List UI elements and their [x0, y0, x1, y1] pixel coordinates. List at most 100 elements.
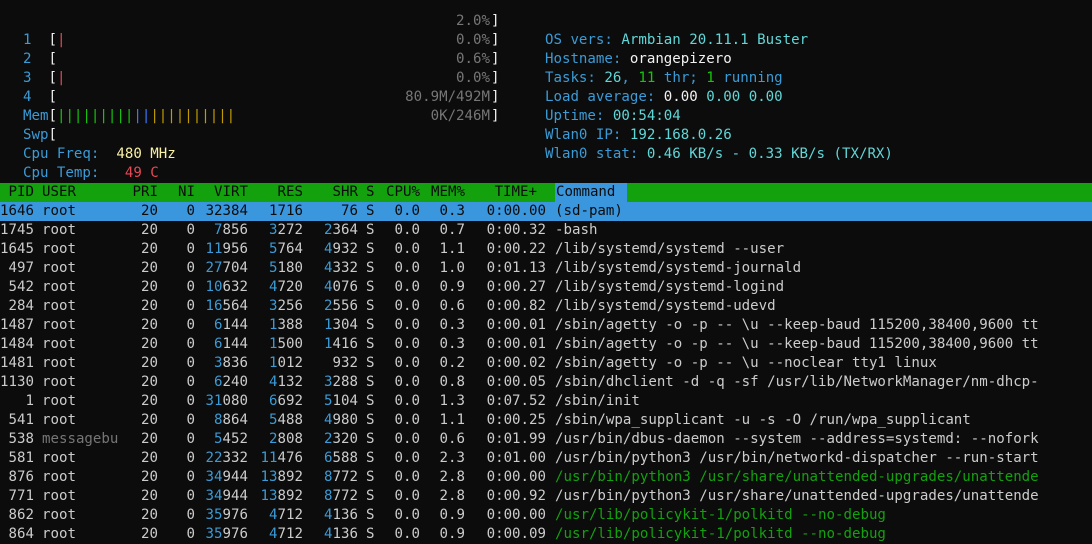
process-pid-cell[interactable]: 1481 [0, 354, 34, 373]
tasks: Tasks: 26, 11 thr; 1 running [528, 50, 783, 86]
process-s-cell: S [366, 374, 375, 390]
process-shr-cell: 8772 [324, 488, 358, 504]
process-pid-cell[interactable]: 1130 [0, 373, 34, 392]
process-ni-cell: 0 [186, 317, 196, 333]
process-s-cell: S [366, 203, 375, 219]
process-ni-cell: 0 [186, 241, 196, 257]
column-header-pri[interactable]: PRI [133, 183, 158, 202]
column-header-cmd[interactable]: Command [556, 183, 615, 202]
column-header-shr[interactable]: SHR [333, 183, 358, 202]
process-pid-cell[interactable]: 1646 [0, 202, 34, 221]
process-pid-cell[interactable]: 1745 [0, 221, 34, 240]
process-shr-cell: 4332 [324, 260, 358, 276]
process-ni-cell: 0 [186, 393, 196, 409]
process-s-cell: S [366, 298, 375, 314]
process-cmd-cell: /usr/bin/dbus-daemon --system --address=… [555, 431, 1039, 447]
process-pid-cell[interactable]: 771 [9, 487, 34, 506]
process-user-cell: root [42, 317, 76, 333]
process-cpu-cell: 0.0 [394, 317, 420, 333]
process-pid-cell[interactable]: 1484 [0, 335, 34, 354]
process-shr-cell: 2556 [324, 298, 358, 314]
process-virt-cell: 34944 [205, 488, 248, 504]
process-time-cell: 0:00.82 [486, 298, 546, 314]
process-cmd-cell: /usr/lib/policykit-1/polkitd --no-debug [555, 507, 886, 523]
process-shr-cell: 4136 [324, 507, 358, 523]
process-pid-cell[interactable]: 864 [9, 525, 34, 544]
process-mem-cell: 1.1 [439, 412, 465, 428]
process-time-cell: 0:01.99 [486, 431, 546, 447]
process-virt-cell: 27704 [205, 260, 248, 276]
process-s-cell: S [366, 279, 375, 295]
process-time-cell: 0:01.00 [486, 450, 546, 466]
process-mem-cell: 2.8 [439, 488, 465, 504]
bracket: ] [491, 89, 500, 105]
process-shr-cell: 4076 [324, 279, 358, 295]
process-cmd-cell: /lib/systemd/systemd-udevd [555, 298, 776, 314]
column-header-user[interactable]: USER [42, 183, 76, 202]
process-res-cell: 5764 [269, 241, 303, 257]
process-pid-cell[interactable]: 284 [9, 297, 34, 316]
process-ni-cell: 0 [186, 298, 196, 314]
process-pid-cell[interactable]: 1645 [0, 240, 34, 259]
process-ni-cell: 0 [186, 469, 196, 485]
process-cpu-cell: 0.0 [394, 222, 420, 238]
process-virt-cell: 6144 [214, 317, 248, 333]
process-s-cell: S [366, 336, 375, 352]
process-pri-cell: 20 [141, 431, 158, 447]
process-cmd-cell: /usr/bin/python3 /usr/share/unattended-u… [555, 488, 1039, 504]
process-user-cell: root [42, 450, 76, 466]
column-header-virt[interactable]: VIRT [214, 183, 248, 202]
process-user-cell: root [42, 222, 76, 238]
process-user-cell: root [42, 469, 76, 485]
process-res-cell: 3272 [269, 222, 303, 238]
process-user-cell: root [42, 355, 76, 371]
process-pri-cell: 20 [141, 393, 158, 409]
process-mem-cell: 0.7 [439, 222, 465, 238]
process-pri-cell: 20 [141, 222, 158, 238]
stat-label: Wlan0 stat: [544, 146, 639, 162]
process-time-cell: 0:00.01 [486, 336, 546, 352]
process-virt-cell: 11956 [205, 241, 248, 257]
column-header-ni[interactable]: NI [178, 183, 195, 202]
process-ni-cell: 0 [186, 431, 196, 447]
cpu-value-2: 0.0% [456, 32, 490, 48]
column-header-res[interactable]: RES [278, 183, 303, 202]
column-header-mem[interactable]: MEM% [431, 183, 465, 202]
process-user-cell: root [42, 298, 76, 314]
wlan0-stat: Wlan0 stat: 0.46 KB/s - 0.33 KB/s (TX/RX… [528, 126, 893, 162]
cpu-meter-2: 2 [ [22, 51, 57, 67]
process-pid-cell[interactable]: 1 [26, 392, 35, 411]
column-header-cpu[interactable]: CPU% [386, 183, 420, 202]
process-mem-cell: 0.9 [439, 279, 465, 295]
process-pid-cell[interactable]: 876 [9, 468, 34, 487]
column-header-time[interactable]: TIME+ [495, 183, 537, 202]
process-pid-cell[interactable]: 1487 [0, 316, 34, 335]
process-pid-cell[interactable]: 542 [9, 278, 34, 297]
process-user-cell: messagebu [42, 431, 119, 447]
process-shr-cell: 4136 [324, 526, 358, 542]
column-header-s[interactable]: S [366, 183, 375, 202]
process-ni-cell: 0 [186, 412, 196, 428]
bracket: ] [491, 108, 500, 124]
process-pid-cell[interactable]: 862 [9, 506, 34, 525]
process-virt-cell: 16564 [205, 298, 248, 314]
column-header-pid[interactable]: PID [9, 183, 34, 202]
swp-value: 0K/246M [430, 108, 490, 124]
process-time-cell: 0:00.27 [486, 279, 546, 295]
process-pri-cell: 20 [141, 298, 158, 314]
process-pid-cell[interactable]: 497 [9, 259, 34, 278]
process-shr-cell: 3288 [324, 374, 358, 390]
process-cpu-cell: 0.0 [394, 241, 420, 257]
process-shr-cell: 932 [332, 355, 358, 371]
process-time-cell: 0:01.13 [486, 260, 546, 276]
process-cmd-cell: /sbin/agetty -o -p -- \u --keep-baud 115… [555, 317, 1039, 333]
process-res-cell: 1388 [269, 317, 303, 333]
process-pid-cell[interactable]: 538 [9, 430, 34, 449]
process-pid-cell[interactable]: 581 [9, 449, 34, 468]
hostname: Hostname: orangepizero [528, 31, 732, 67]
process-shr-cell: 8772 [324, 469, 358, 485]
process-pid-cell[interactable]: 541 [9, 411, 34, 430]
process-time-cell: 0:00.09 [486, 526, 546, 542]
process-pri-cell: 20 [141, 317, 158, 333]
process-pri-cell: 20 [141, 355, 158, 371]
